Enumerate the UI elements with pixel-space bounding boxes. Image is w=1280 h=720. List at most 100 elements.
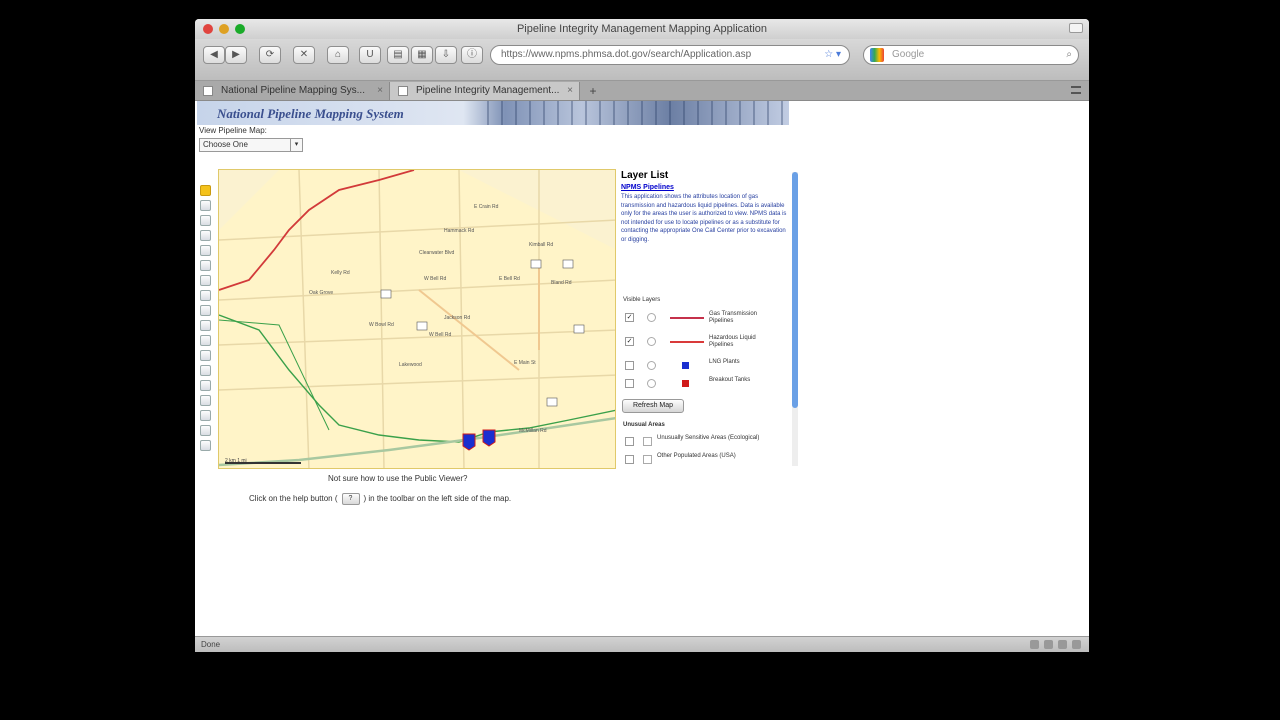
visibility-icon[interactable]: [647, 379, 656, 388]
forward-button[interactable]: ▶: [225, 46, 247, 64]
layer-checkbox[interactable]: [625, 437, 634, 446]
pipeline-select[interactable]: Choose One ▾: [199, 138, 303, 152]
help-answer: Click on the help button (?) in the tool…: [249, 493, 511, 505]
layer-name: Unusually Sensitive Areas (Ecological): [657, 435, 760, 441]
pan-tool-icon[interactable]: [200, 185, 211, 196]
help-icon[interactable]: [200, 410, 211, 421]
zoom-out-tool-icon[interactable]: [200, 215, 211, 226]
toolbar-toggle-button[interactable]: [1069, 23, 1083, 33]
layer-row-hazardous-liquid: ✓ Hazardous Liquid Pipelines: [625, 335, 793, 349]
zoom-window-button[interactable]: [235, 24, 245, 34]
addon-icon[interactable]: [1030, 640, 1039, 649]
bookmarks-icon[interactable]: ▤: [387, 46, 409, 64]
new-tab-button[interactable]: +: [585, 82, 601, 100]
buffer-tool-icon[interactable]: [200, 305, 211, 316]
refresh-map-button[interactable]: Refresh Map: [622, 399, 684, 413]
layer-panel-scrollbar[interactable]: [792, 172, 798, 466]
close-tab-icon[interactable]: ×: [377, 82, 383, 100]
legend-icon[interactable]: [200, 380, 211, 391]
help-button-icon[interactable]: ?: [341, 493, 360, 505]
scale-label: 2 km 1 mi: [225, 458, 247, 464]
info-icon[interactable]: [200, 425, 211, 436]
person-icon[interactable]: [200, 350, 211, 361]
previous-extent-icon[interactable]: [200, 245, 211, 256]
select-tool-icon[interactable]: [200, 275, 211, 286]
map-label: Clearwater Blvd: [419, 250, 455, 256]
identify-tool-icon[interactable]: [200, 260, 211, 271]
home-icon[interactable]: [200, 440, 211, 451]
back-button[interactable]: ◀: [203, 46, 225, 64]
route-marker-icon: [546, 397, 558, 407]
layer-name: LNG Plants: [709, 359, 740, 365]
layer-checkbox[interactable]: ✓: [625, 337, 634, 346]
layer-row-usa-ecological: Unusually Sensitive Areas (Ecological): [625, 435, 793, 449]
tab-pipeline-integrity[interactable]: Pipeline Integrity Management... ×: [390, 82, 580, 100]
tab-list-icon[interactable]: [1071, 86, 1081, 94]
print-icon[interactable]: [200, 365, 211, 376]
help-answer-start: Click on the help button (: [249, 494, 338, 504]
downloads-icon[interactable]: ⇩: [435, 46, 457, 64]
visibility-icon[interactable]: [643, 455, 652, 464]
map-label: Bland Rd: [551, 280, 572, 286]
layer-checkbox[interactable]: [625, 455, 634, 464]
map-label: Kelly Rd: [331, 270, 350, 276]
page-info-icon[interactable]: ⓘ: [461, 46, 483, 64]
shield-icon[interactable]: U: [359, 46, 381, 64]
visibility-icon[interactable]: [647, 313, 656, 322]
layer-list-title: Layer List: [621, 170, 669, 181]
interstate-shield-icon: [462, 433, 476, 451]
map-label: W Bell Rd: [424, 276, 447, 282]
search-icon[interactable]: ⌕: [1066, 46, 1072, 64]
status-bar: Done: [195, 636, 1089, 652]
visibility-icon[interactable]: [643, 437, 652, 446]
addon-icon[interactable]: [1058, 640, 1067, 649]
layer-checkbox[interactable]: [625, 361, 634, 370]
route-marker-icon: [416, 321, 428, 331]
route-marker-icon: [530, 259, 542, 269]
map-label: W Bell Rd: [429, 332, 452, 338]
tab-national-pipeline[interactable]: National Pipeline Mapping Sys... ×: [195, 82, 390, 100]
map-view[interactable]: E Crain Rd Hammack Rd Kimball Rd Clearwa…: [218, 169, 616, 469]
find-address-icon[interactable]: [200, 335, 211, 346]
tab-label: National Pipeline Mapping Sys...: [221, 85, 365, 96]
layer-checkbox[interactable]: ✓: [625, 313, 634, 322]
history-icon[interactable]: ▦: [411, 46, 433, 64]
visibility-icon[interactable]: [647, 361, 656, 370]
layer-list-panel: Layer List NPMS Pipelines This applicati…: [619, 169, 799, 469]
map-label: Kimball Rd: [529, 242, 554, 248]
visibility-icon[interactable]: [647, 337, 656, 346]
search-placeholder: Google: [892, 49, 925, 60]
pipeline-symbol: [670, 341, 704, 343]
title-bar: Pipeline Integrity Management Mapping Ap…: [195, 19, 1089, 39]
close-window-button[interactable]: [203, 24, 213, 34]
layer-description: This application shows the attributes lo…: [621, 194, 787, 243]
reload-icon[interactable]: ⟳: [259, 46, 281, 64]
addon-icon[interactable]: [1072, 640, 1081, 649]
map-label: McMillan Rd: [519, 428, 547, 434]
pipeline-symbol: [670, 317, 704, 319]
search-input[interactable]: Google ⌕: [863, 45, 1079, 65]
stop-icon[interactable]: ✕: [293, 46, 315, 64]
site-banner: National Pipeline Mapping System: [197, 101, 789, 125]
map-label: Lakewood: [399, 362, 422, 368]
minimize-window-button[interactable]: [219, 24, 229, 34]
window-title: Pipeline Integrity Management Mapping Ap…: [516, 23, 768, 35]
bookmark-star-icon[interactable]: ☆ ▾: [824, 46, 841, 64]
measure-tool-icon[interactable]: [200, 290, 211, 301]
close-tab-icon[interactable]: ×: [567, 82, 573, 100]
browser-toolbar: ◀ ▶ ⟳ ✕ ⌂ U ▤ ▦ ⇩ ⓘ https://www.npms.phm…: [195, 39, 1089, 81]
map-label: E Crain Rd: [474, 204, 499, 210]
home-icon[interactable]: ⌂: [327, 46, 349, 64]
map-label: Jackson Rd: [444, 315, 471, 321]
zoom-in-tool-icon[interactable]: [200, 200, 211, 211]
lng-plant-symbol: [682, 362, 689, 369]
overview-icon[interactable]: [200, 395, 211, 406]
help-answer-end: ) in the toolbar on the left side of the…: [363, 494, 512, 504]
scrollbar-thumb[interactable]: [792, 172, 798, 408]
addon-icon[interactable]: [1044, 640, 1053, 649]
clear-selection-icon[interactable]: [200, 320, 211, 331]
npms-pipelines-link[interactable]: NPMS Pipelines: [621, 184, 674, 191]
full-extent-icon[interactable]: [200, 230, 211, 241]
url-bar[interactable]: https://www.npms.phmsa.dot.gov/search/Ap…: [490, 45, 850, 65]
layer-checkbox[interactable]: [625, 379, 634, 388]
